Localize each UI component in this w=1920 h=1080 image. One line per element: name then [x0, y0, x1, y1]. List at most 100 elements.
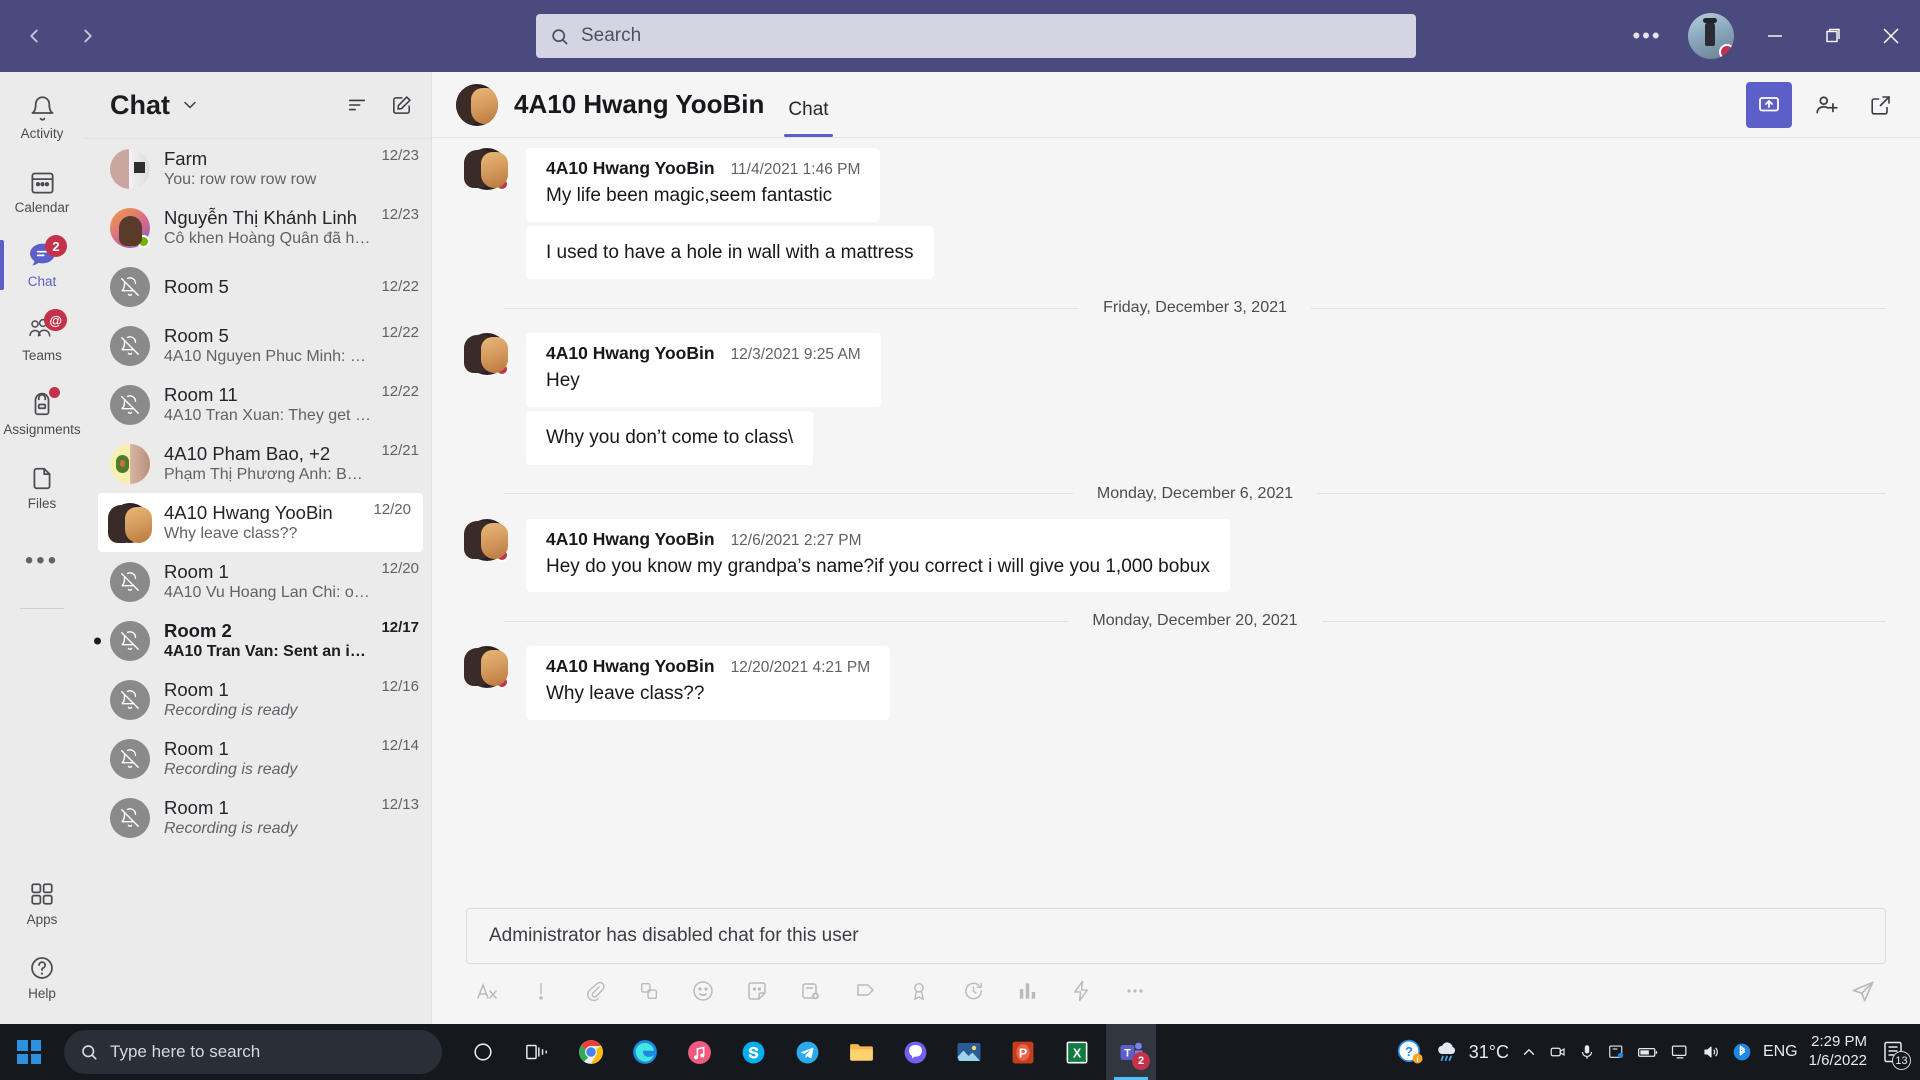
add-people-icon[interactable]	[1808, 86, 1846, 124]
chevron-up-icon[interactable]	[1520, 1043, 1538, 1061]
attach-icon[interactable]	[578, 974, 612, 1008]
filter-icon[interactable]	[346, 94, 368, 116]
chat-item-timestamp: 12/22	[381, 278, 419, 295]
powerpoint-icon[interactable]: P	[998, 1024, 1048, 1080]
help-circle-icon[interactable]: ? i	[1397, 1039, 1423, 1065]
chat-list-item[interactable]: Room 114A10 Tran Xuan: They get into th.…	[84, 375, 431, 434]
taskbar-search-input[interactable]: Type here to search	[64, 1030, 442, 1074]
file-explorer-icon[interactable]	[836, 1024, 886, 1080]
separator-line	[504, 620, 1069, 622]
message-row[interactable]: 4A10 Hwang YooBin 11/4/2021 1:46 PM My lif…	[432, 148, 1920, 222]
send-icon[interactable]	[1850, 978, 1876, 1004]
rail-bottom-group: Apps Help	[0, 866, 84, 1024]
more-options-icon[interactable]	[1118, 974, 1152, 1008]
message-row[interactable]: Why you don’t come to class\	[432, 410, 1920, 465]
sidebar-item-teams[interactable]: @ Teams	[0, 302, 84, 376]
sidebar-item-activity[interactable]: Activity	[0, 80, 84, 154]
message-row[interactable]: 4A10 Hwang YooBin 12/20/2021 4:21 PM Why l…	[432, 646, 1920, 720]
close-button[interactable]	[1862, 0, 1920, 72]
chat-list-item[interactable]: Room 14A10 Vu Hoang Lan Chi: ok enou... 1…	[84, 552, 431, 611]
message-input[interactable]: Administrator has disabled chat for this…	[466, 908, 1886, 964]
video-clip-icon[interactable]	[794, 974, 828, 1008]
new-chat-icon[interactable]	[390, 94, 413, 117]
sidebar-item-help[interactable]: Help	[0, 940, 84, 1014]
actions-icon[interactable]	[1064, 974, 1098, 1008]
onedrive-icon[interactable]	[1607, 1043, 1626, 1061]
notification-center-button[interactable]: 13	[1878, 1035, 1911, 1070]
itunes-icon[interactable]	[674, 1024, 724, 1080]
minimize-button[interactable]	[1746, 0, 1804, 72]
display-icon[interactable]	[1670, 1043, 1690, 1061]
avatar-spacer	[466, 226, 508, 268]
viber-icon[interactable]	[890, 1024, 940, 1080]
settings-more-button[interactable]: •••	[1618, 0, 1676, 72]
cortana-icon[interactable]	[458, 1024, 508, 1080]
maximize-button[interactable]	[1804, 0, 1862, 72]
language-indicator[interactable]: ENG	[1763, 1043, 1798, 1061]
chat-item-texts: Room 1 Recording is ready	[164, 678, 371, 722]
message-row[interactable]: 4A10 Hwang YooBin 12/6/2021 2:27 PM Hey do…	[432, 518, 1920, 593]
camera-privacy-icon[interactable]	[1549, 1043, 1567, 1061]
back-button[interactable]	[16, 14, 52, 58]
sidebar-item-assignments[interactable]: Assignments	[0, 376, 84, 450]
chat-list-scroll[interactable]: Farm You: row row row row 12/23 Nguyễn Thị …	[84, 139, 431, 1023]
sidebar-item-apps[interactable]: Apps	[0, 866, 84, 940]
emoji-icon[interactable]	[686, 974, 720, 1008]
message-row[interactable]: 4A10 Hwang YooBin 12/3/2021 9:25 AM Hey	[432, 333, 1920, 407]
chat-list-item[interactable]: 4A10 Hwang YooBin Why leave class?? 12/20	[98, 493, 423, 552]
message-list[interactable]: 4A10 Hwang YooBin 11/4/2021 1:46 PM My lif…	[432, 138, 1920, 904]
format-icon[interactable]	[470, 974, 504, 1008]
edge-icon[interactable]	[620, 1024, 670, 1080]
chat-list-item[interactable]: Room 2 4A10 Tran Van: Sent an image 12/17	[84, 611, 431, 670]
sidebar-item-chat[interactable]: 2 Chat	[0, 228, 84, 302]
chrome-icon[interactable]	[566, 1024, 616, 1080]
chat-item-name: Room 2	[164, 619, 232, 641]
important-icon[interactable]	[524, 974, 558, 1008]
clock[interactable]: 2:29 PM 1/6/2022	[1809, 1033, 1867, 1071]
open-new-window-icon[interactable]	[1862, 86, 1900, 124]
praise-icon[interactable]	[848, 974, 882, 1008]
chat-item-timestamp: 12/13	[381, 796, 419, 813]
battery-icon[interactable]	[1637, 1043, 1659, 1061]
approvals-icon[interactable]	[902, 974, 936, 1008]
navigation-arrows	[16, 14, 106, 58]
chat-list-item[interactable]: Room 1 Recording is ready 12/13	[84, 788, 431, 847]
bluetooth-icon[interactable]	[1732, 1042, 1752, 1062]
message-row[interactable]: I used to have a hole in wall with a mat…	[432, 225, 1920, 280]
notification-count: 13	[1892, 1051, 1911, 1070]
chat-list-item[interactable]: Room 1 Recording is ready 12/16	[84, 670, 431, 729]
microphone-icon[interactable]	[1578, 1043, 1596, 1061]
schedule-icon[interactable]	[956, 974, 990, 1008]
telegram-icon[interactable]	[782, 1024, 832, 1080]
chat-list-item[interactable]: 4A10 Pham Bao, +2 Phạm Thị Phương Anh: Bả…	[84, 434, 431, 493]
forward-button[interactable]	[70, 14, 106, 58]
poll-icon[interactable]	[1010, 974, 1044, 1008]
chat-list-item[interactable]: Room 5 12/22	[84, 257, 431, 316]
user-avatar[interactable]	[1688, 13, 1734, 59]
sidebar-more-apps-button[interactable]: •••	[0, 524, 84, 598]
windows-start-icon[interactable]	[0, 1024, 58, 1080]
taskbar-teams-icon[interactable]: T 2	[1106, 1024, 1156, 1080]
chat-item-timestamp: 12/17	[381, 619, 419, 636]
excel-icon[interactable]: X	[1052, 1024, 1102, 1080]
search-input[interactable]: Search	[536, 14, 1416, 58]
photos-icon[interactable]	[944, 1024, 994, 1080]
tab-chat[interactable]: Chat	[784, 81, 833, 137]
chat-item-texts: Room 2 4A10 Tran Van: Sent an image	[164, 619, 371, 663]
chevron-down-icon[interactable]	[180, 95, 200, 115]
sidebar-item-files[interactable]: Files	[0, 450, 84, 524]
weather-widget[interactable]: 31°C	[1434, 1040, 1509, 1064]
sidebar-item-calendar[interactable]: Calendar	[0, 154, 84, 228]
chat-list-item[interactable]: Nguyễn Thị Khánh Linh Cô khen Hoàng Quân …	[84, 198, 431, 257]
skype-icon[interactable]	[728, 1024, 778, 1080]
loop-icon[interactable]	[632, 974, 666, 1008]
share-screen-icon[interactable]	[1746, 81, 1792, 128]
chat-list-item[interactable]: Farm You: row row row row 12/23	[84, 139, 431, 198]
chat-list-item[interactable]: Room 54A10 Nguyen Phuc Minh: Sent a... 12…	[84, 316, 431, 375]
chat-list-item[interactable]: Room 1 Recording is ready 12/14	[84, 729, 431, 788]
chat-item-timestamp: 12/14	[381, 737, 419, 754]
task-view-icon[interactable]	[512, 1024, 562, 1080]
sticker-icon[interactable]	[740, 974, 774, 1008]
volume-icon[interactable]	[1701, 1043, 1721, 1061]
teams-mention-badge: @	[44, 309, 67, 331]
